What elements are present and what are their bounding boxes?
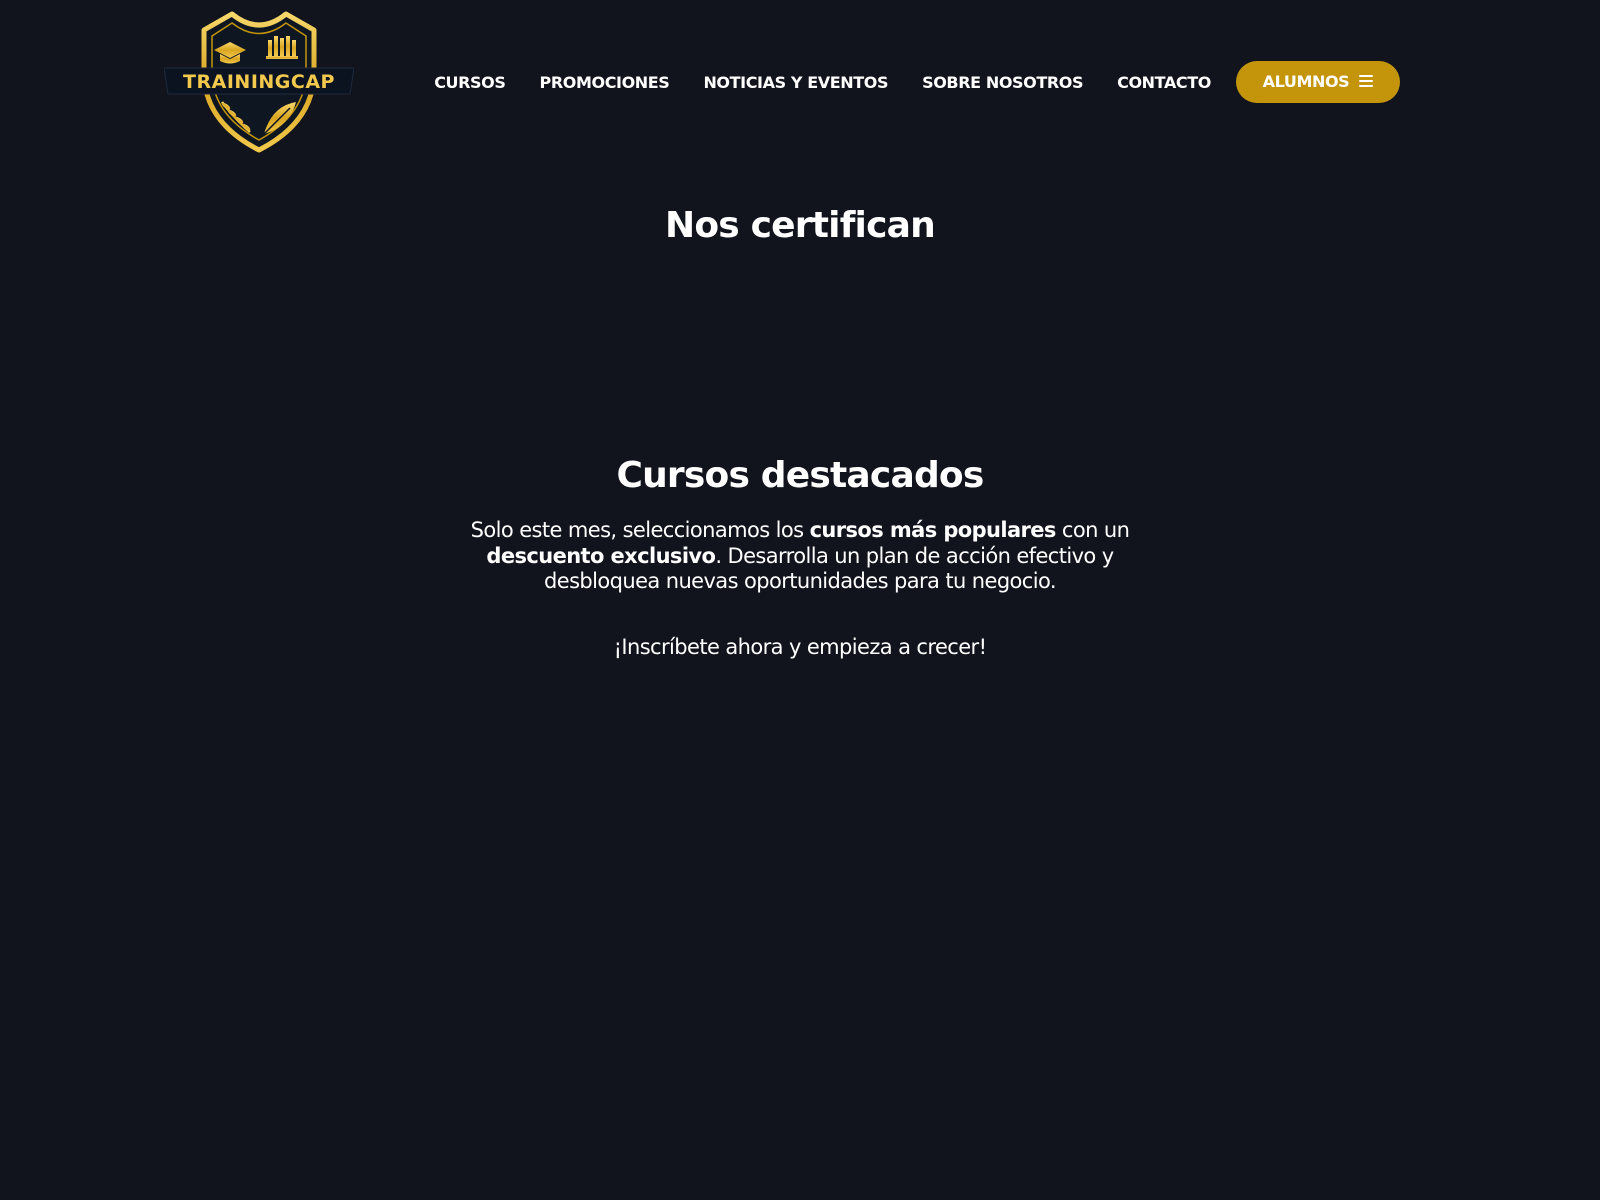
nav-item-noticias-y-eventos[interactable]: NOTICIAS Y EVENTOS [703, 73, 888, 92]
featured-courses-title: Cursos destacados [616, 455, 984, 496]
intro-text-1: Solo este mes, seleccionamos los [470, 518, 810, 542]
logo-text: TRAININGCAP [183, 71, 335, 93]
site-header: TRAININGCAP CURSOS PROMOCIONES NOTICIAS … [0, 0, 1600, 165]
nav-item-contacto[interactable]: CONTACTO [1117, 73, 1211, 92]
nav-item-sobre-nosotros[interactable]: SOBRE NOSOTROS [922, 73, 1083, 92]
menu-icon [1359, 74, 1374, 88]
enroll-cta-text: ¡Inscríbete ahora y empieza a crecer! [613, 635, 987, 659]
nav-item-cursos[interactable]: CURSOS [434, 73, 506, 92]
students-label: ALUMNOS [1262, 71, 1350, 91]
students-menu-button[interactable]: ALUMNOS [1236, 61, 1400, 103]
intro-bold-popular: cursos más populares [809, 518, 1057, 542]
nav-item-promociones[interactable]: PROMOCIONES [540, 73, 670, 92]
intro-text-2: con un [1055, 518, 1130, 542]
main-nav: CURSOS PROMOCIONES NOTICIAS Y EVENTOS SO… [434, 61, 1400, 103]
intro-bold-discount: descuento exclusivo [486, 543, 716, 568]
featured-courses-intro: Solo este mes, seleccionamos los cursos … [470, 518, 1130, 595]
trainingcap-logo[interactable]: TRAININGCAP [164, 10, 354, 156]
certify-section-title: Nos certifican [665, 205, 936, 246]
